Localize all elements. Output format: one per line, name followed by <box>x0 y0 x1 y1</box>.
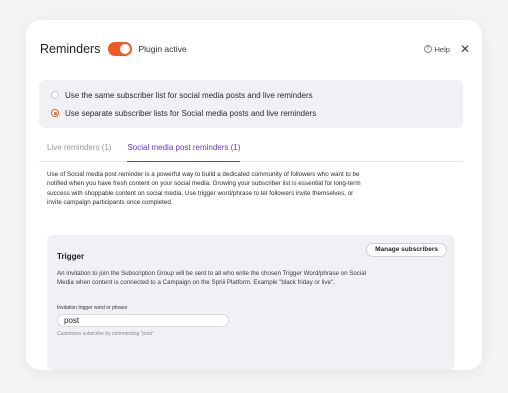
trigger-description: An invitation to join the Subscription G… <box>57 270 367 287</box>
reminders-modal: Reminders Plugin active ? Help ✕ Use the… <box>26 20 482 370</box>
help-label: Help <box>434 44 450 54</box>
modal-header: Reminders Plugin active ? Help ✕ <box>26 20 482 78</box>
help-icon: ? <box>423 45 432 53</box>
radio-option-same-list[interactable]: Use the same subscriber list for social … <box>51 86 451 104</box>
radio-label: Use the same subscriber list for social … <box>65 90 313 100</box>
radio-label: Use separate subscriber lists for Social… <box>65 108 317 118</box>
close-icon[interactable]: ✕ <box>460 43 470 55</box>
subscriber-list-options: Use the same subscriber list for social … <box>39 80 463 128</box>
trigger-section: Trigger Manage subscribers An invitation… <box>47 235 455 370</box>
radio-option-separate-lists[interactable]: Use separate subscriber lists for Social… <box>51 104 451 122</box>
tab-social-media-post-reminders[interactable]: Social media post reminders (1) <box>127 140 241 162</box>
plugin-active-label: Plugin active <box>138 44 187 54</box>
plugin-active-toggle[interactable] <box>108 42 133 56</box>
social-media-description: Use of Social media post reminder is a p… <box>47 171 361 207</box>
radio-button-selected[interactable] <box>51 109 59 117</box>
toggle-knob <box>120 44 131 54</box>
header-actions: ? Help ✕ <box>423 43 470 55</box>
trigger-field-label: Invitation trigger word or phrase <box>57 304 128 311</box>
radio-button[interactable] <box>51 91 59 99</box>
help-button[interactable]: ? Help <box>423 44 450 54</box>
reminder-tabs: Live reminders (1) Social media post rem… <box>39 140 463 162</box>
tab-live-reminders[interactable]: Live reminders (1) <box>47 140 111 162</box>
trigger-word-input[interactable]: post <box>57 313 229 327</box>
manage-subscribers-button[interactable]: Manage subscribers <box>366 243 447 257</box>
modal-title: Reminders <box>40 42 101 56</box>
trigger-field-help: Customers subscribe by commenting "post" <box>57 330 154 337</box>
